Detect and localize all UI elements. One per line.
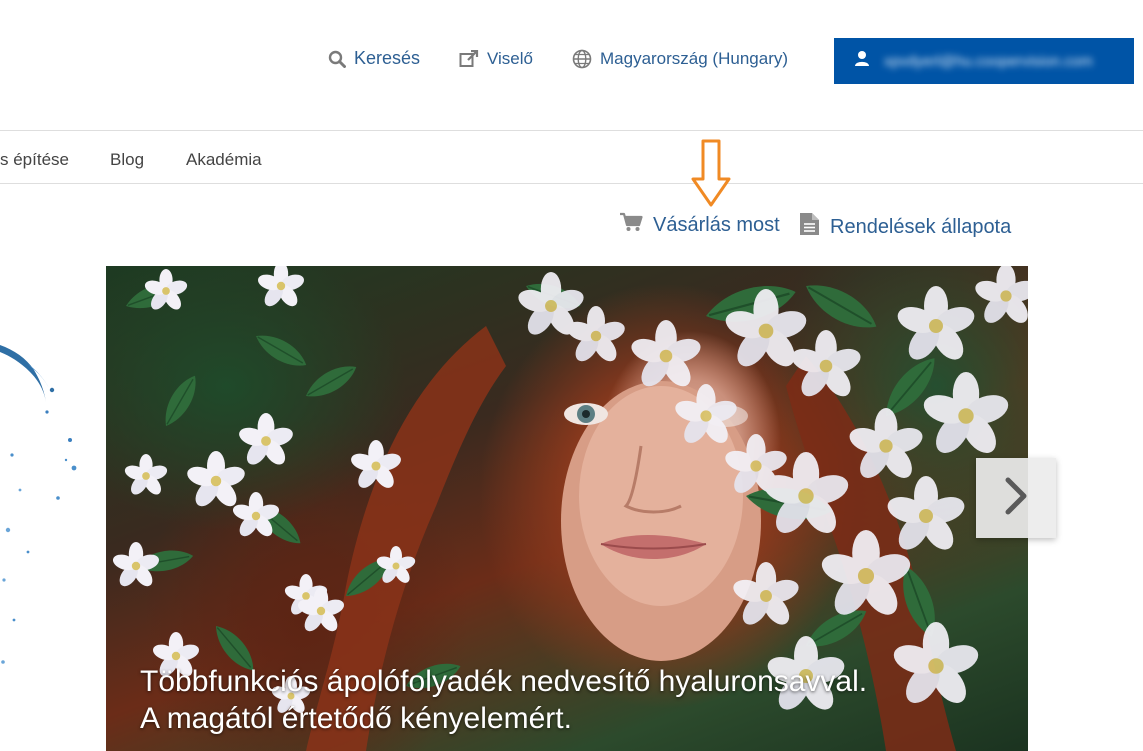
nav-divider <box>0 183 1143 184</box>
account-button[interactable]: xpvdyerl@hu.coopervision.com <box>834 38 1134 84</box>
user-icon <box>854 50 870 72</box>
reseller-link[interactable]: Viselő <box>459 49 533 69</box>
main-nav-item-building[interactable]: s építése <box>0 150 69 170</box>
hero-caption: Többfunkciós ápolófolyadék nedvesítő hya… <box>140 663 867 737</box>
hero-caption-line-2: A magától értetődő kényelemért. <box>140 702 572 735</box>
order-status-label: Rendelések állapota <box>830 215 1012 238</box>
external-link-icon <box>459 50 479 68</box>
carousel-next-button[interactable] <box>976 458 1056 538</box>
order-status-link[interactable]: Rendelések állapota <box>799 212 1011 242</box>
shop-now-link[interactable]: Vásárlás most <box>619 212 780 238</box>
water-splash-graphic <box>0 290 110 710</box>
search-label: Keresés <box>354 48 421 68</box>
cart-icon <box>619 212 643 238</box>
hero-banner[interactable]: Többfunkciós ápolófolyadék nedvesítő hya… <box>106 266 1028 751</box>
shop-now-label: Vásárlás most <box>653 213 780 236</box>
region-selector[interactable]: Magyarország (Hungary) <box>572 49 788 69</box>
main-nav-item-academy[interactable]: Akadémia <box>186 150 262 170</box>
down-arrow-icon <box>690 139 732 214</box>
document-icon <box>799 212 820 242</box>
hero-caption-line-1: Többfunkciós ápolófolyadék nedvesítő hya… <box>140 665 868 698</box>
region-label: Magyarország (Hungary) <box>600 49 789 68</box>
search-link[interactable]: Keresés <box>328 48 420 69</box>
account-email: xpvdyerl@hu.coopervision.com <box>884 52 1093 70</box>
top-header: Keresés Viselő Magyarország (Hungary) xp… <box>0 0 1143 130</box>
globe-icon <box>572 49 592 69</box>
main-nav-item-blog[interactable]: Blog <box>110 150 144 170</box>
main-nav: s építése Blog Akadémia <box>0 131 1143 183</box>
reseller-label: Viselő <box>487 49 533 68</box>
search-icon <box>328 50 346 68</box>
chevron-right-icon <box>1003 476 1029 521</box>
